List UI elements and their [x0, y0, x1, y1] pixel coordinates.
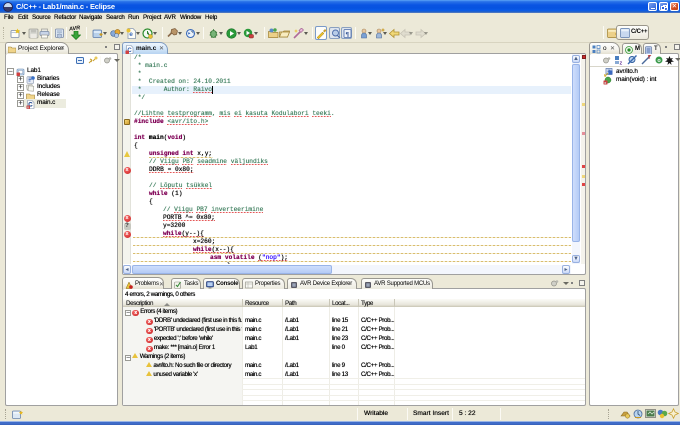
svg-text:e: e: [129, 31, 133, 38]
svg-text:z: z: [620, 61, 623, 66]
svg-text:x: x: [27, 106, 29, 109]
svg-text:¶: ¶: [346, 31, 350, 38]
